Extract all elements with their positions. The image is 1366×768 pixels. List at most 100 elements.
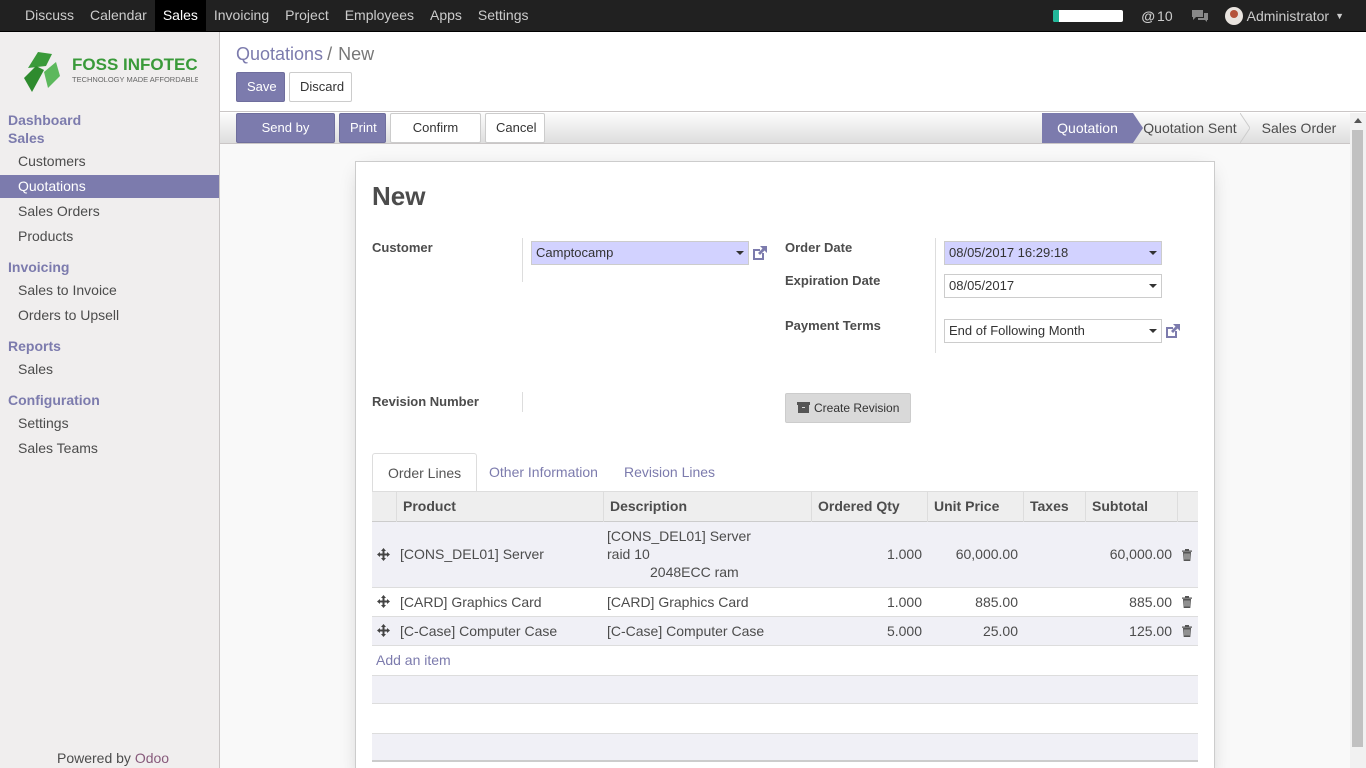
menu-invoicing[interactable]: Invoicing xyxy=(206,0,277,31)
messages-counter[interactable]: @ 10 xyxy=(1141,8,1172,24)
cell-unit-price[interactable]: 60,000.00 xyxy=(927,546,1018,562)
tab-other-information[interactable]: Other Information xyxy=(474,453,613,492)
cell-product[interactable]: [CARD] Graphics Card xyxy=(400,594,542,610)
external-link-icon[interactable] xyxy=(751,244,769,262)
sidebar-dashboard[interactable]: Dashboard xyxy=(8,112,81,128)
sidebar-item-orders-to-upsell[interactable]: Orders to Upsell xyxy=(0,304,219,327)
sidebar-item-products[interactable]: Products xyxy=(0,225,219,248)
cell-product[interactable]: [CONS_DEL01] Server xyxy=(400,546,544,562)
app-menu: Discuss Calendar Sales Invoicing Project… xyxy=(17,0,537,32)
payment-terms-field[interactable]: End of Following Month xyxy=(944,319,1162,343)
user-menu[interactable]: Administrator ▼ xyxy=(1224,7,1344,25)
menu-sales[interactable]: Sales xyxy=(154,0,206,31)
menu-apps[interactable]: Apps xyxy=(422,0,470,31)
company-logo: FOSS INFOTECH TECHNOLOGY MADE AFFORDABLE xyxy=(24,52,198,92)
chevron-down-icon[interactable] xyxy=(1149,329,1157,333)
cancel-button[interactable]: Cancel xyxy=(485,113,545,143)
tab-revision-lines[interactable]: Revision Lines xyxy=(609,453,730,492)
cell-description[interactable]: [C-Case] Computer Case xyxy=(607,623,764,639)
sidebar-item-sales-teams[interactable]: Sales Teams xyxy=(0,437,219,460)
table-row[interactable]: [CARD] Graphics Card [CARD] Graphics Car… xyxy=(372,588,1198,617)
column-header-taxes[interactable]: Taxes xyxy=(1023,492,1085,522)
status-bar: Send by Email Print Confirm Sale Cancel … xyxy=(220,113,1366,163)
external-link-icon[interactable] xyxy=(1164,322,1182,340)
control-panel: Quotations / New Save Discard xyxy=(220,32,1366,112)
drag-handle-icon[interactable] xyxy=(377,595,390,608)
cell-unit-price[interactable]: 25.00 xyxy=(927,623,1018,639)
scrollbar[interactable] xyxy=(1350,113,1366,768)
expiration-date-field[interactable]: 08/05/2017 xyxy=(944,274,1162,298)
odoo-link[interactable]: Odoo xyxy=(135,750,169,766)
sidebar: FOSS INFOTECH TECHNOLOGY MADE AFFORDABLE… xyxy=(0,32,220,768)
drag-handle-icon[interactable] xyxy=(377,548,390,561)
customer-label: Customer xyxy=(372,240,433,255)
cell-unit-price[interactable]: 885.00 xyxy=(927,594,1018,610)
trash-icon[interactable] xyxy=(1182,596,1192,608)
add-an-item-link[interactable]: Add an item xyxy=(376,652,451,668)
cell-description-line2[interactable]: raid 10 xyxy=(607,546,650,562)
table-row[interactable]: [CONS_DEL01] Server [CONS_DEL01] Server … xyxy=(372,522,1198,588)
menu-project[interactable]: Project xyxy=(277,0,337,31)
scrollbar-thumb[interactable] xyxy=(1352,130,1363,747)
cell-description-line1[interactable]: [CONS_DEL01] Server xyxy=(607,528,751,544)
column-header-product[interactable]: Product xyxy=(396,492,604,522)
chevron-down-icon[interactable] xyxy=(736,251,744,255)
column-header-description[interactable]: Description xyxy=(603,492,811,522)
menu-settings[interactable]: Settings xyxy=(470,0,537,31)
save-button[interactable]: Save xyxy=(236,72,285,102)
cell-ordered-qty[interactable]: 1.000 xyxy=(811,594,922,610)
customer-field[interactable]: Camptocamp xyxy=(531,241,749,265)
chat-icon[interactable] xyxy=(1191,9,1209,23)
sidebar-item-quotations[interactable]: Quotations xyxy=(0,175,219,198)
stage-sales-order[interactable]: Sales Order xyxy=(1254,113,1344,143)
divider xyxy=(522,392,523,412)
create-revision-button[interactable]: Create Revision xyxy=(785,393,911,423)
cell-ordered-qty[interactable]: 1.000 xyxy=(811,546,922,562)
order-date-field[interactable]: 08/05/2017 16:29:18 xyxy=(944,241,1162,265)
order-date-label: Order Date xyxy=(785,240,853,255)
cell-description-line3[interactable]: 2048ECC ram xyxy=(650,564,739,580)
sidebar-item-customers[interactable]: Customers xyxy=(0,150,219,173)
sidebar-item-settings[interactable]: Settings xyxy=(0,412,219,435)
drag-handle-icon[interactable] xyxy=(377,624,390,637)
cell-ordered-qty[interactable]: 5.000 xyxy=(811,623,922,639)
print-button[interactable]: Print xyxy=(339,113,386,143)
progress-fill xyxy=(1053,10,1059,22)
sidebar-item-sales-orders[interactable]: Sales Orders xyxy=(0,200,219,223)
column-header-unit-price[interactable]: Unit Price xyxy=(927,492,1023,522)
cell-product[interactable]: [C-Case] Computer Case xyxy=(400,623,557,639)
sidebar-section-configuration[interactable]: Configuration xyxy=(8,392,100,408)
sidebar-item-sales-to-invoice[interactable]: Sales to Invoice xyxy=(0,279,219,302)
breadcrumb-quotations[interactable]: Quotations xyxy=(236,44,323,64)
column-header-ordered-qty[interactable]: Ordered Qty xyxy=(811,492,927,522)
payment-terms-label: Payment Terms xyxy=(785,318,881,333)
column-header-subtotal[interactable]: Subtotal xyxy=(1085,492,1177,522)
confirm-sale-button[interactable]: Confirm Sale xyxy=(390,113,481,163)
order-date-value: 08/05/2017 16:29:18 xyxy=(949,245,1069,260)
menu-calendar[interactable]: Calendar xyxy=(82,0,155,31)
trash-icon[interactable] xyxy=(1182,549,1192,561)
discard-button[interactable]: Discard xyxy=(289,72,352,102)
send-by-email-button[interactable]: Send by Email xyxy=(236,113,335,163)
chevron-down-icon[interactable] xyxy=(1149,251,1157,255)
menu-discuss[interactable]: Discuss xyxy=(17,0,82,31)
planner-progress-bar[interactable] xyxy=(1053,10,1124,22)
cell-subtotal: 125.00 xyxy=(1129,623,1172,639)
sidebar-item-reports-sales[interactable]: Sales xyxy=(0,358,219,381)
cell-description[interactable]: [CARD] Graphics Card xyxy=(607,594,749,610)
sidebar-section-reports[interactable]: Reports xyxy=(8,338,61,354)
revision-number-label: Revision Number xyxy=(372,394,479,409)
tab-order-lines[interactable]: Order Lines xyxy=(372,453,478,492)
chevron-down-icon[interactable] xyxy=(1149,284,1157,288)
sidebar-section-invoicing[interactable]: Invoicing xyxy=(8,259,69,275)
sidebar-section-sales[interactable]: Sales xyxy=(8,130,45,146)
archive-icon xyxy=(797,402,810,413)
table-row[interactable]: [C-Case] Computer Case [C-Case] Computer… xyxy=(372,617,1198,646)
menu-employees[interactable]: Employees xyxy=(337,0,422,31)
empty-row xyxy=(372,704,1198,733)
stage-quotation-sent[interactable]: Quotation Sent xyxy=(1140,113,1240,143)
svg-text:TECHNOLOGY MADE AFFORDABLE: TECHNOLOGY MADE AFFORDABLE xyxy=(72,75,198,84)
trash-icon[interactable] xyxy=(1182,625,1192,637)
stage-quotation[interactable]: Quotation xyxy=(1042,113,1143,143)
scroll-up-icon[interactable] xyxy=(1354,118,1362,123)
